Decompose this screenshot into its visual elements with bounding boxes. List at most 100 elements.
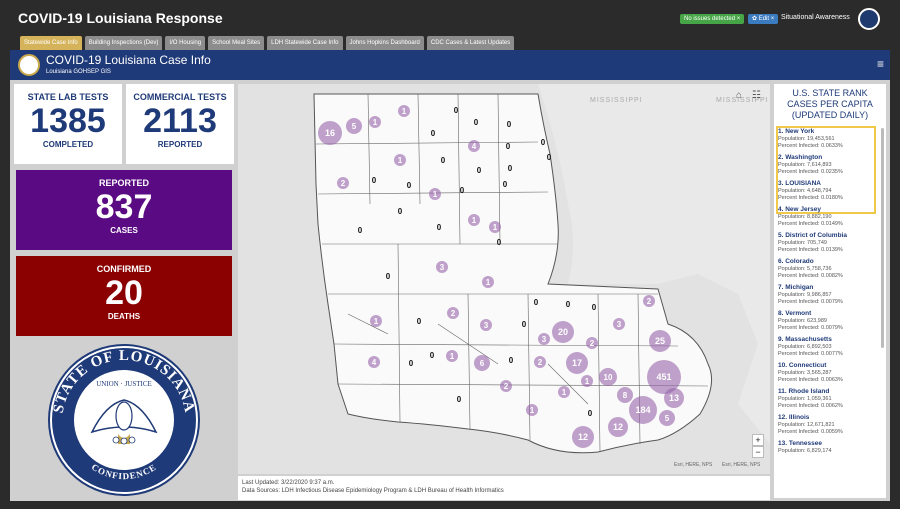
case-marker[interactable]: 2 bbox=[586, 337, 598, 349]
case-marker[interactable]: 16 bbox=[318, 121, 342, 145]
case-marker-label: 0 bbox=[592, 303, 597, 312]
case-marker[interactable]: 0 bbox=[534, 298, 539, 307]
case-marker[interactable]: 0 bbox=[409, 359, 414, 368]
tab-building-inspections[interactable]: Building Inspections (Dev) bbox=[84, 36, 163, 50]
case-marker[interactable]: 1 bbox=[558, 386, 570, 398]
case-marker[interactable]: 1 bbox=[526, 404, 538, 416]
menu-icon[interactable]: ≡ bbox=[877, 58, 884, 70]
case-marker[interactable]: 1 bbox=[482, 276, 494, 288]
case-marker[interactable]: 20 bbox=[552, 321, 574, 343]
tab-statewide-case-info[interactable]: Statewide Case Info bbox=[20, 36, 82, 50]
case-marker[interactable]: 6 bbox=[474, 355, 490, 371]
case-marker-label: 0 bbox=[460, 186, 465, 195]
case-marker[interactable]: 184 bbox=[629, 396, 657, 424]
case-marker[interactable]: 0 bbox=[398, 207, 403, 216]
state-rank-panel[interactable]: U.S. STATE RANK CASES PER CAPITA (UPDATE… bbox=[774, 84, 886, 498]
rank-item-pct: Percent Infected: 0.0082% bbox=[778, 273, 843, 279]
case-marker[interactable]: 4 bbox=[468, 140, 480, 152]
case-marker[interactable]: 0 bbox=[477, 166, 482, 175]
tab-ldh-statewide[interactable]: LDH Statewide Case Info bbox=[267, 36, 343, 50]
case-marker[interactable]: 0 bbox=[407, 181, 412, 190]
case-marker[interactable]: 0 bbox=[592, 303, 597, 312]
case-marker[interactable]: 2 bbox=[534, 356, 546, 368]
case-marker[interactable]: 3 bbox=[436, 261, 448, 273]
edit-button[interactable]: ✿ Edit × bbox=[748, 14, 779, 24]
tab-school-meal-sites[interactable]: School Meal Sites bbox=[208, 36, 265, 50]
case-marker[interactable]: 5 bbox=[346, 118, 362, 134]
case-marker[interactable]: 12 bbox=[608, 417, 628, 437]
case-marker[interactable]: 0 bbox=[372, 176, 377, 185]
list-icon[interactable]: ☷ bbox=[752, 90, 761, 101]
case-marker[interactable]: 0 bbox=[522, 320, 527, 329]
tab-io-housing[interactable]: I/O Housing bbox=[165, 36, 206, 50]
case-marker[interactable]: 0 bbox=[503, 180, 508, 189]
stat-caption: CASES bbox=[110, 226, 138, 235]
case-marker[interactable]: 0 bbox=[506, 142, 511, 151]
rank-item: 6. Colorado Population: 5,758,736 Percent … bbox=[778, 258, 882, 280]
case-marker[interactable]: 1 bbox=[429, 188, 441, 200]
case-marker[interactable]: 0 bbox=[497, 238, 502, 247]
map-footer: Last Updated: 3/22/2020 9:37 a.m. Data S… bbox=[238, 476, 770, 500]
case-marker[interactable]: 3 bbox=[613, 318, 625, 330]
case-marker[interactable]: 0 bbox=[457, 395, 462, 404]
case-marker[interactable]: 12 bbox=[572, 426, 594, 448]
case-marker-label: 0 bbox=[409, 359, 414, 368]
case-marker[interactable]: 0 bbox=[507, 120, 512, 129]
case-marker[interactable]: 0 bbox=[566, 300, 571, 309]
rank-item: 2. Washington Population: 7,614,893 Percen… bbox=[778, 154, 882, 176]
case-marker[interactable]: 1 bbox=[468, 214, 480, 226]
case-marker[interactable]: 1 bbox=[370, 315, 382, 327]
case-marker[interactable]: 0 bbox=[417, 317, 422, 326]
map-canvas[interactable]: MISSISSIPPI MISSISSIPPI 165 11 004 0 00 01 00 0… bbox=[238, 84, 770, 474]
zoom-in-button[interactable]: + bbox=[752, 434, 764, 446]
status-badge[interactable]: No issues detected × bbox=[680, 14, 745, 24]
rank-scrollbar[interactable] bbox=[881, 128, 884, 348]
rank-item: 1. New York Population: 19,453,561 Percent… bbox=[778, 128, 882, 150]
case-marker[interactable]: 1 bbox=[446, 350, 458, 362]
case-marker[interactable]: 2 bbox=[337, 177, 349, 189]
case-marker[interactable]: 0 bbox=[431, 129, 436, 138]
case-marker[interactable]: 1 bbox=[581, 375, 593, 387]
case-marker[interactable]: 10 bbox=[599, 368, 617, 386]
tab-cdc-cases[interactable]: CDC Cases & Latest Updates bbox=[426, 36, 515, 50]
zoom-out-button[interactable]: − bbox=[752, 446, 764, 458]
case-marker[interactable]: 0 bbox=[460, 186, 465, 195]
case-marker-label: 16 bbox=[325, 128, 335, 138]
tab-johns-hopkins[interactable]: Johns Hopkins Dashboard bbox=[345, 36, 424, 50]
case-marker[interactable]: 8 bbox=[617, 387, 633, 403]
home-icon[interactable]: ⌂ bbox=[736, 90, 742, 101]
case-marker[interactable]: 0 bbox=[454, 106, 459, 115]
case-marker[interactable]: 5 bbox=[659, 410, 675, 426]
case-marker[interactable]: 4 bbox=[368, 356, 380, 368]
case-marker[interactable]: 0 bbox=[437, 223, 442, 232]
reported-cases-panel: REPORTED 837 CASES bbox=[16, 170, 232, 250]
case-marker[interactable]: 0 bbox=[441, 156, 446, 165]
case-marker[interactable]: 3 bbox=[538, 333, 550, 345]
case-marker[interactable]: 0 bbox=[430, 351, 435, 360]
case-marker[interactable]: 0 bbox=[547, 153, 552, 162]
rank-item-name: 13. Tennessee bbox=[778, 440, 822, 447]
case-marker-label: 1 bbox=[398, 156, 403, 165]
case-marker[interactable]: 2 bbox=[500, 380, 512, 392]
case-marker[interactable]: 1 bbox=[489, 221, 501, 233]
case-marker[interactable]: 2 bbox=[643, 295, 655, 307]
case-marker[interactable]: 0 bbox=[541, 138, 546, 147]
case-marker[interactable]: 1 bbox=[369, 116, 381, 128]
case-marker-label: 0 bbox=[474, 118, 479, 127]
case-marker[interactable]: 17 bbox=[566, 352, 588, 374]
case-marker[interactable]: 13 bbox=[664, 388, 684, 408]
stat-caption: DEATHS bbox=[107, 312, 141, 321]
case-marker[interactable]: 3 bbox=[480, 319, 492, 331]
case-marker[interactable]: 0 bbox=[509, 356, 514, 365]
case-marker[interactable]: 0 bbox=[358, 226, 363, 235]
louisiana-map[interactable]: MISSISSIPPI MISSISSIPPI 16 5 1 1 0 0 4 0 0 0 0 1 0 0 0… bbox=[238, 84, 770, 474]
case-marker[interactable]: 0 bbox=[474, 118, 479, 127]
case-marker[interactable]: 1 bbox=[398, 105, 410, 117]
case-marker[interactable]: 0 bbox=[588, 409, 593, 418]
case-marker[interactable]: 0 bbox=[386, 272, 391, 281]
case-marker[interactable]: 2 bbox=[447, 307, 459, 319]
case-marker[interactable]: 1 bbox=[394, 154, 406, 166]
case-marker[interactable]: 0 bbox=[508, 164, 513, 173]
situational-awareness-label[interactable]: Situational Awareness bbox=[781, 14, 850, 21]
case-marker[interactable]: 25 bbox=[649, 330, 671, 352]
